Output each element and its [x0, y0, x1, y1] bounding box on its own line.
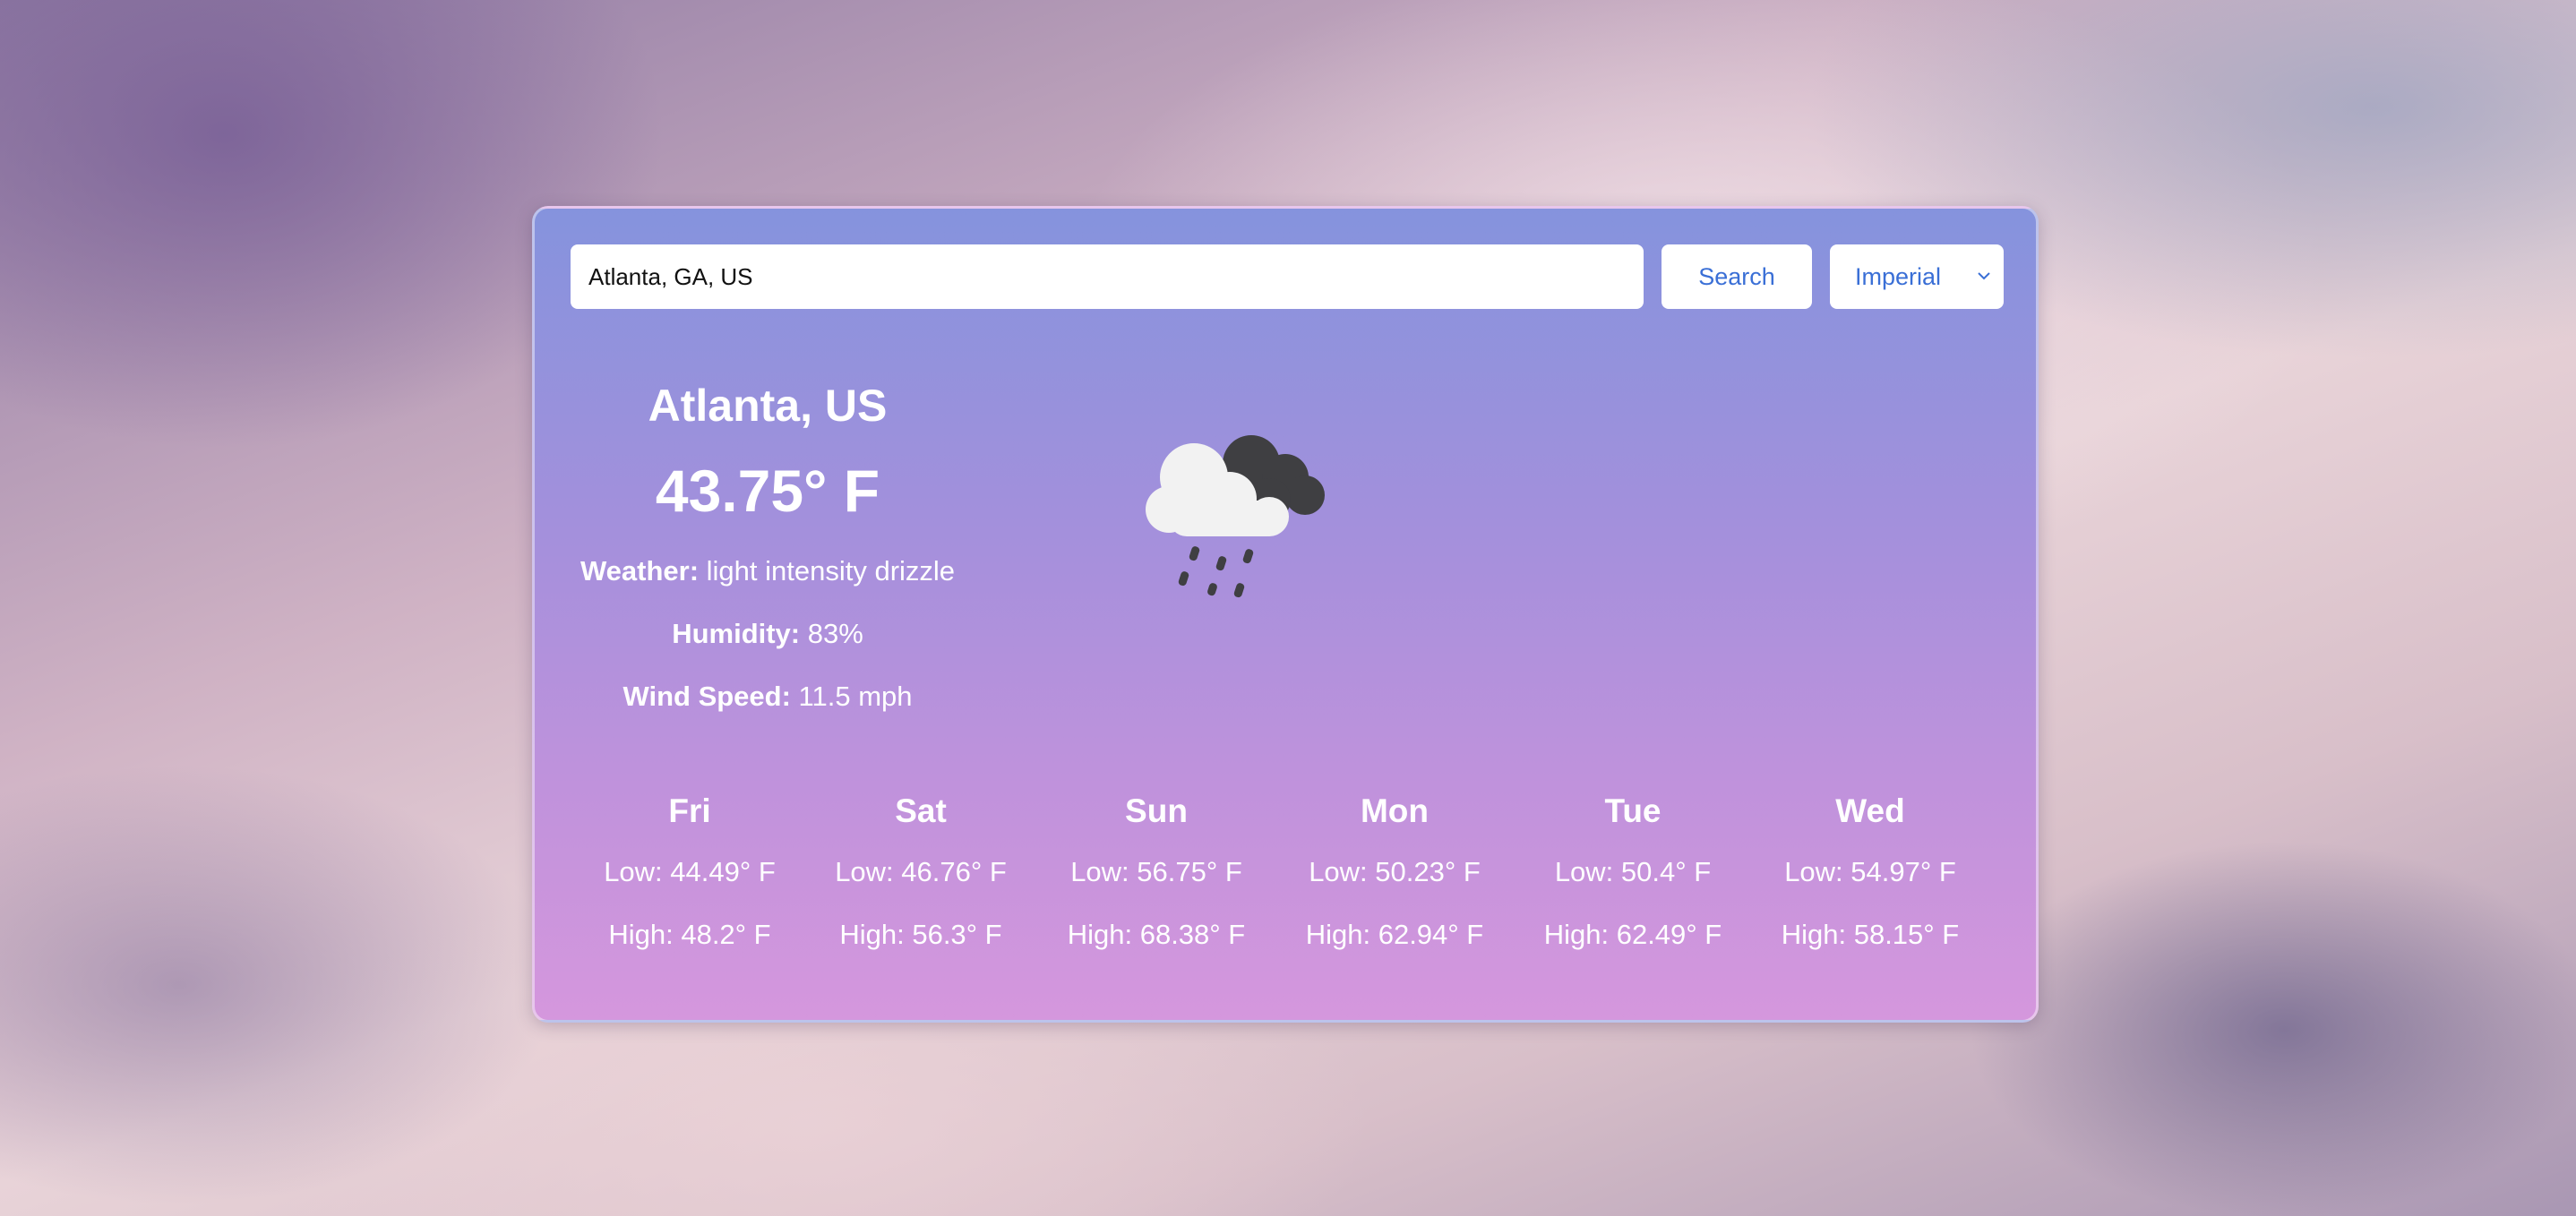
- forecast-low: Low: 54.97° F: [1784, 856, 1956, 887]
- search-button[interactable]: Search: [1662, 244, 1812, 309]
- forecast-high: High: 48.2° F: [608, 919, 771, 950]
- weather-value: light intensity drizzle: [699, 555, 956, 587]
- humidity-value: 83%: [800, 618, 863, 649]
- forecast-low: Low: 56.75° F: [1070, 856, 1242, 887]
- current-weather: Atlanta, US 43.75° F Weather: light inte…: [571, 370, 965, 728]
- wind-speed-label: Wind Speed:: [623, 681, 791, 712]
- weather-card: Search Imperial Atlanta, US 43.75° F Wea…: [532, 206, 2039, 1023]
- forecast-high: High: 62.49° F: [1543, 919, 1722, 950]
- forecast-day: Sat Low: 46.76° F High: 56.3° F: [802, 782, 1040, 966]
- wind-speed-value: 11.5 mph: [790, 681, 913, 712]
- forecast-low: Low: 44.49° F: [604, 856, 776, 887]
- forecast-day: Wed Low: 54.97° F High: 58.15° F: [1751, 782, 1989, 966]
- forecast-day-name: Tue: [1604, 792, 1662, 829]
- chevron-down-icon: [1977, 244, 1991, 336]
- forecast-high: High: 62.94° F: [1305, 919, 1484, 950]
- forecast-row: Fri Low: 44.49° F High: 48.2° F Sat Low:…: [571, 782, 2004, 988]
- weather-label: Weather:: [580, 555, 700, 587]
- forecast-day-name: Sat: [895, 792, 947, 829]
- forecast-day: Mon Low: 50.23° F High: 62.94° F: [1275, 782, 1514, 966]
- cloud-drizzle-icon: [1135, 424, 1350, 603]
- forecast-high: High: 68.38° F: [1067, 919, 1246, 950]
- weather-description: Weather: light intensity drizzle: [571, 540, 965, 603]
- forecast-low: Low: 46.76° F: [835, 856, 1007, 887]
- city-name: Atlanta, US: [648, 381, 888, 431]
- forecast-low: Low: 50.23° F: [1309, 856, 1481, 887]
- units-select[interactable]: Imperial: [1830, 244, 2004, 309]
- forecast-high: High: 56.3° F: [839, 919, 1002, 950]
- search-bar: Search Imperial: [571, 244, 2004, 309]
- forecast-day-name: Wed: [1835, 792, 1905, 829]
- current-temperature: 43.75° F: [655, 458, 880, 524]
- forecast-day-name: Sun: [1125, 792, 1188, 829]
- forecast-high: High: 58.15° F: [1781, 919, 1960, 950]
- forecast-day: Sun Low: 56.75° F High: 68.38° F: [1037, 782, 1275, 966]
- humidity: Humidity: 83%: [571, 603, 965, 665]
- wind-speed: Wind Speed: 11.5 mph: [571, 665, 965, 728]
- forecast-low: Low: 50.4° F: [1554, 856, 1712, 887]
- forecast-day: Fri Low: 44.49° F High: 48.2° F: [571, 782, 809, 966]
- forecast-day-name: Mon: [1360, 792, 1430, 829]
- forecast-day: Tue Low: 50.4° F High: 62.49° F: [1514, 782, 1752, 966]
- search-input[interactable]: [571, 244, 1644, 309]
- humidity-label: Humidity:: [672, 618, 801, 649]
- units-selected-value: Imperial: [1855, 263, 1942, 290]
- forecast-day-name: Fri: [668, 792, 711, 829]
